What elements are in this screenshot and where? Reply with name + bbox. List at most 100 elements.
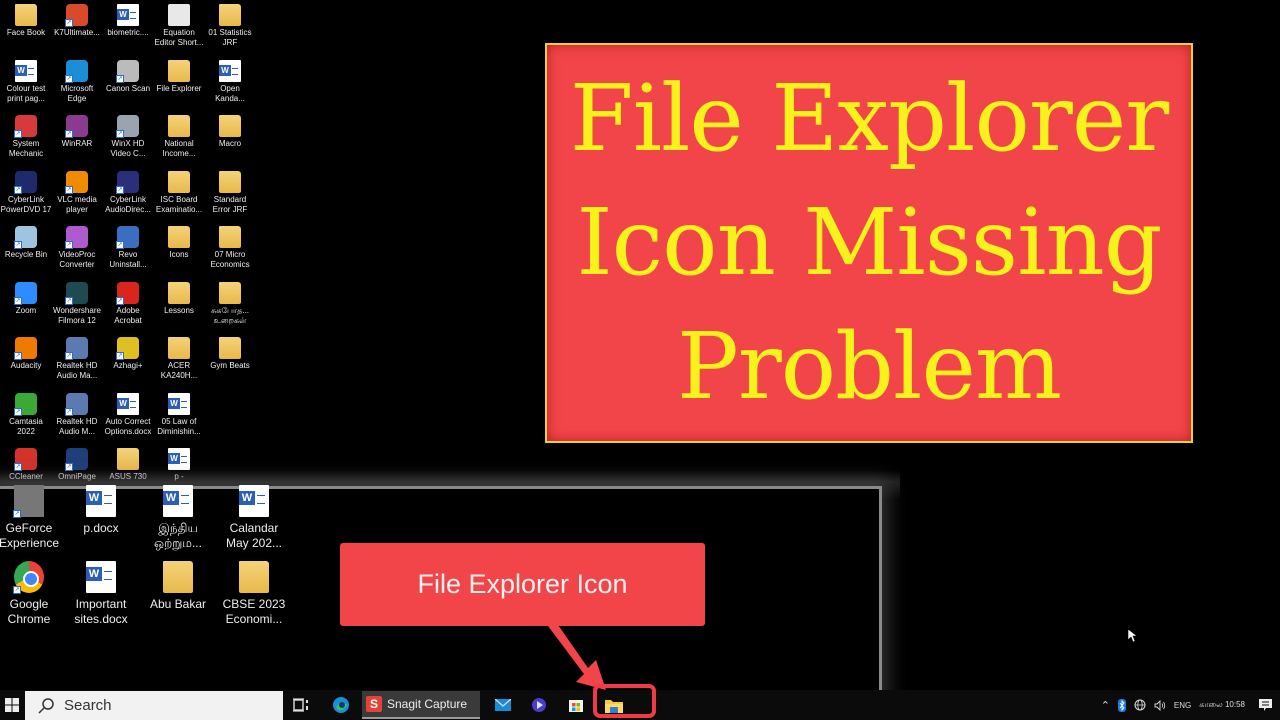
desktop-icon-audacity[interactable]: ↗ Audacity [0, 337, 52, 371]
desktop-icon-auto-correct-options-docx[interactable]: Auto Correct Options.docx [102, 392, 154, 437]
desktop-icon-colour-test-print-pag[interactable]: Colour test print pag... [0, 59, 52, 104]
desktop-icon-realtek-hd-audio-ma[interactable]: ↗ Realtek HD Audio Ma... [51, 337, 103, 381]
windows-logo-icon [5, 698, 19, 712]
shortcut-arrow-icon: ↗ [65, 296, 73, 305]
bluetooth-icon[interactable] [1117, 698, 1126, 712]
desktop-icon-icons[interactable]: Icons [153, 226, 205, 260]
desktop-icon-macro[interactable]: Macro [204, 115, 256, 149]
desktop-icon-system-mechanic[interactable]: ↗ System Mechanic [0, 115, 52, 159]
desktop-icon-national-income[interactable]: National Income... [153, 115, 205, 159]
desktop-icon-label: p.docx [83, 521, 119, 535]
mail-icon [495, 699, 511, 711]
desktop-icon-01-statistics-jrf[interactable]: 01 Statistics JRF [204, 4, 256, 48]
desktop-icon-label: 07 Micro Economics [210, 250, 250, 269]
desktop-icon-canon-scan[interactable]: ↗ Canon Scan [102, 59, 154, 94]
desktop-icon-k7ultimate[interactable]: ↗ K7Ultimate... [51, 4, 103, 38]
callout-text: File Explorer Icon [417, 569, 628, 599]
app-icon [168, 4, 190, 26]
desktop-icon-adobe-acrobat[interactable]: ↗ Adobe Acrobat [102, 281, 154, 326]
desktop-icon-asus-730[interactable]: ASUS 730 [102, 448, 154, 482]
desktop-icon-file-explorer[interactable]: File Explorer [153, 59, 205, 94]
desktop-icon-p-docx[interactable]: p.docx [59, 485, 143, 536]
desktop-icon-vlc-media-player[interactable]: ↗ VLC media player [51, 170, 103, 215]
desktop-icon-calandar-may-202[interactable]: Calandar May 202... [212, 485, 296, 551]
desktop-icon-isc-board-examinatio[interactable]: ISC Board Examinatio... [153, 170, 205, 215]
folder-icon [168, 226, 190, 248]
word-document-icon [86, 485, 116, 517]
volume-icon[interactable] [1154, 699, 1166, 711]
desktop-icon-label: K7Ultimate... [54, 28, 100, 37]
desktop-icon-label: Camtasia 2022 [9, 416, 43, 436]
taskbar-cortana-button[interactable] [528, 690, 550, 720]
taskbar-mail-button[interactable] [492, 690, 514, 720]
task-view-icon [293, 698, 308, 712]
desktop-icon-revo-uninstall[interactable]: ↗ Revo Uninstall... [102, 226, 154, 270]
desktop-icon-cyberlink-audiodirec[interactable]: ↗ CyberLink AudioDirec... [102, 170, 154, 215]
desktop-icon-cyberlink-powerdvd-17[interactable]: ↗ CyberLink PowerDVD 17 [0, 170, 52, 215]
desktop-icon-standard-error-jrf[interactable]: Standard Error JRF [204, 170, 256, 215]
desktop-icon-realtek-hd-audio-m[interactable]: ↗ Realtek HD Audio M... [51, 392, 103, 437]
desktop-icon-face-book[interactable]: Face Book [0, 4, 52, 38]
shortcut-arrow-icon: ↗ [13, 510, 21, 518]
clock[interactable]: காலை 10:58 [1199, 700, 1245, 710]
desktop-icon-05-law-of-diminishin[interactable]: 05 Law of Diminishin... [153, 392, 205, 437]
search-placeholder: Search [64, 697, 112, 714]
app-icon: ↗ [65, 337, 88, 360]
desktop-icon-equation-editor-short[interactable]: Equation Editor Short... [153, 4, 205, 48]
desktop-icon-videoproc-converter[interactable]: ↗ VideoProc Converter [51, 226, 103, 270]
desktop-icon-icon[interactable]: இந்திய ஒற்றும... [136, 485, 220, 551]
language-indicator[interactable]: ENG [1174, 701, 1191, 710]
desktop-icon-label: Face Book [6, 28, 46, 37]
desktop-icon-label: Adobe Acrobat [114, 305, 142, 325]
desktop-icon-label: Standard Error JRF [212, 194, 248, 214]
desktop-icon-label: Azhagi+ [113, 361, 143, 370]
desktop-icon-label: p - [174, 472, 184, 481]
desktop-icon-label: Open Kanda... [215, 83, 245, 103]
desktop-icon-label: Wondershare Filmora 12 [53, 305, 101, 325]
desktop-icon-acer-ka240h[interactable]: ACER KA240H... [153, 337, 205, 381]
desktop-icon-biometric[interactable]: biometric.... [102, 4, 154, 38]
shortcut-arrow-icon: ↗ [116, 352, 124, 360]
desktop-icon-open-kanda[interactable]: Open Kanda... [204, 59, 256, 104]
desktop-icon-lessons[interactable]: Lessons [153, 281, 205, 316]
desktop-icon-label: 01 Statistics JRF [208, 28, 252, 47]
folder-icon [219, 4, 241, 26]
app-icon: ↗ [14, 337, 37, 360]
folder-icon [219, 170, 241, 193]
network-globe-icon[interactable] [1134, 699, 1146, 711]
taskbar-store-button[interactable] [565, 690, 587, 720]
desktop-icon-important-sites-docx[interactable]: Important sites.docx [59, 561, 143, 627]
word-document-icon [239, 485, 269, 517]
desktop-icon-azhagi[interactable]: ↗ Azhagi+ [102, 337, 154, 371]
desktop-icon-omnipage[interactable]: ↗ OmniPage [51, 448, 103, 482]
desktop-icon-label: Audacity [10, 361, 42, 370]
desktop-icon-ccleaner[interactable]: ↗ CCleaner [0, 448, 52, 482]
shortcut-arrow-icon: ↗ [116, 296, 124, 305]
notifications-icon[interactable] [1259, 699, 1272, 711]
taskbar-edge-button[interactable] [328, 690, 354, 720]
start-button[interactable] [0, 690, 24, 720]
shortcut-arrow-icon: ↗ [65, 407, 73, 416]
desktop-icon-wondershare-filmora-12[interactable]: ↗ Wondershare Filmora 12 [51, 281, 103, 326]
desktop-icon-07-micro-economics[interactable]: 07 Micro Economics [204, 226, 256, 270]
desktop-icon-label: இந்திய ஒற்றும... [154, 521, 202, 550]
desktop-icon-abu-bakar[interactable]: Abu Bakar [136, 561, 220, 612]
taskbar-snagit-button[interactable]: S Snagit Capture [362, 691, 480, 719]
desktop-icon-p[interactable]: p - [153, 448, 205, 482]
desktop-icon-winrar[interactable]: ↗ WinRAR [51, 115, 103, 149]
desktop-icon-zoom[interactable]: ↗ Zoom [0, 281, 52, 316]
shortcut-arrow-icon: ↗ [14, 407, 22, 416]
desktop-icon-cbse-2023-economi[interactable]: CBSE 2023 Economi... [212, 561, 296, 627]
desktop-icon-recycle-bin[interactable]: ↗ Recycle Bin [0, 226, 52, 260]
search-box[interactable]: Search [25, 691, 283, 720]
shortcut-arrow-icon: ↗ [116, 130, 124, 138]
desktop-icon-label: ACER KA240H... [160, 361, 198, 380]
app-icon: ↗ [14, 226, 37, 249]
task-view-button[interactable] [289, 690, 313, 720]
show-hidden-icons-button[interactable]: ⌃ [1101, 699, 1110, 712]
desktop-icon-icon[interactable]: சுகபோத... உறைகள் [204, 281, 256, 326]
desktop-icon-microsoft-edge[interactable]: ↗ Microsoft Edge [51, 59, 103, 104]
desktop-icon-gym-beats[interactable]: Gym Beats [204, 337, 256, 371]
desktop-icon-camtasia-2022[interactable]: ↗ Camtasia 2022 [0, 392, 52, 437]
desktop-icon-winx-hd-video-c[interactable]: ↗ WinX HD Video C... [102, 115, 154, 159]
